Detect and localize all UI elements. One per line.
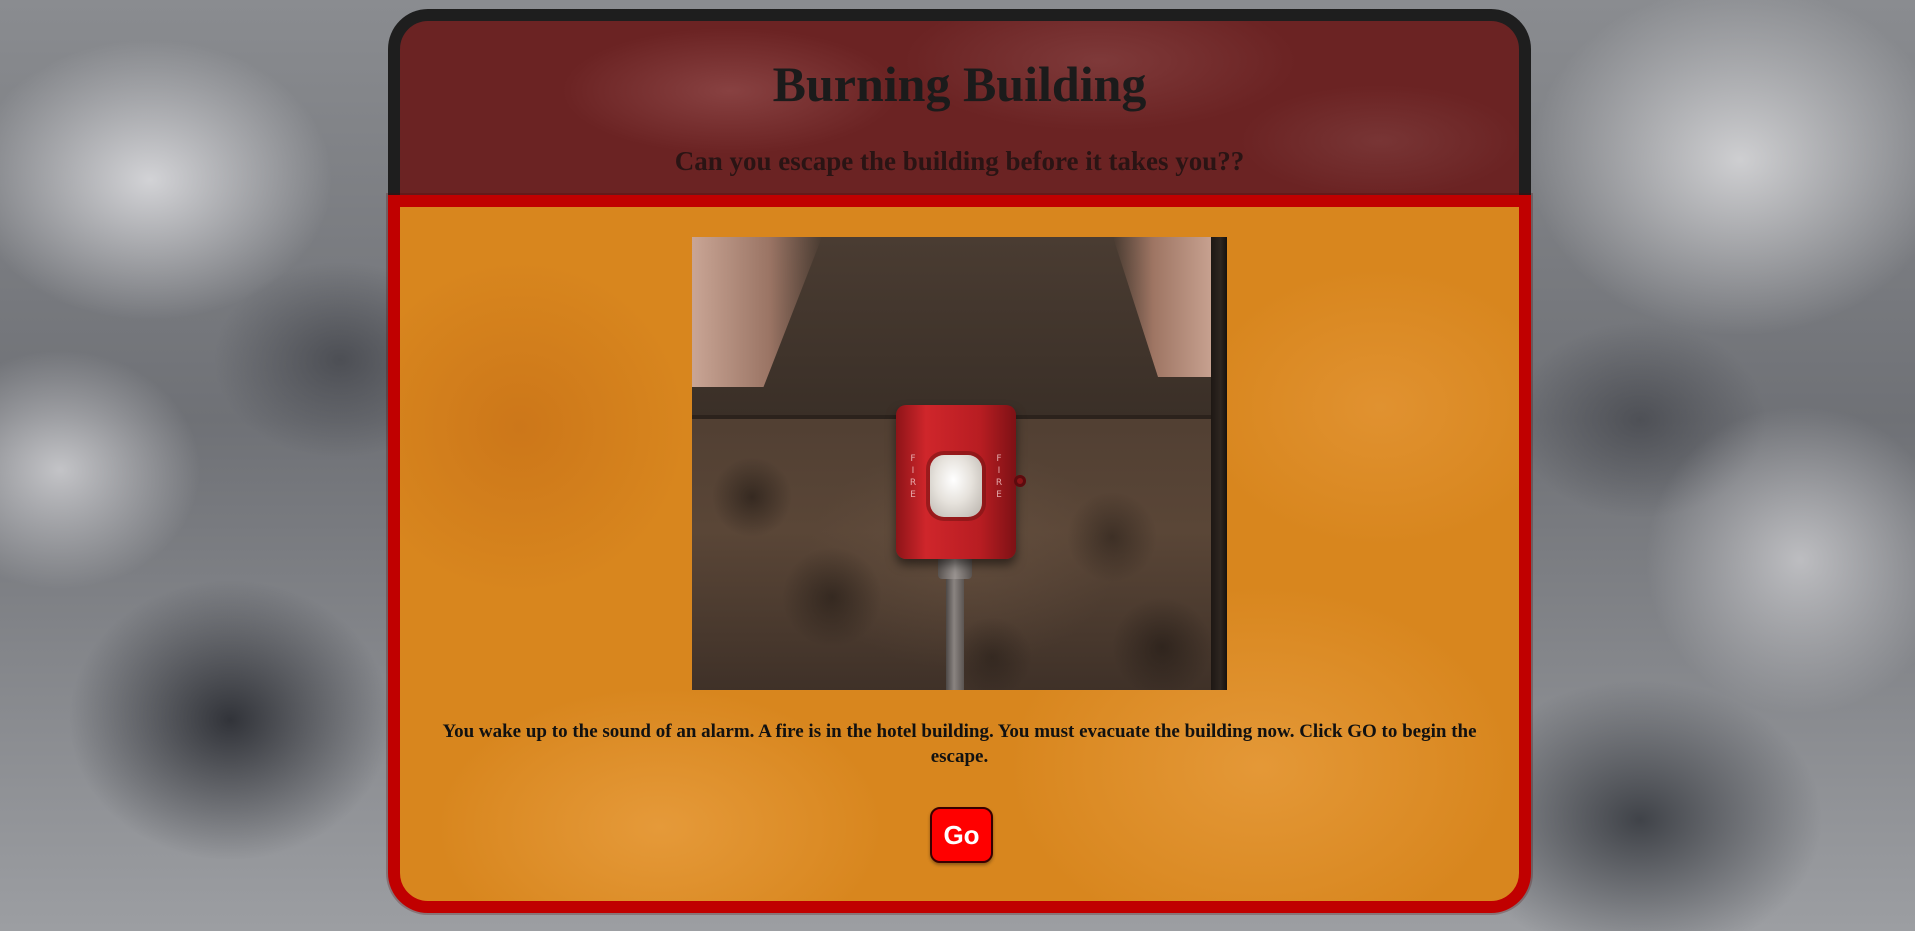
alarm-knob <box>1014 475 1026 487</box>
fire-alarm-icon: FIRE FIRE <box>896 405 1026 559</box>
alarm-label-right: FIRE <box>995 454 1003 500</box>
page-title: Burning Building <box>772 56 1147 112</box>
story-panel: FIRE FIRE You wake up to the sound of an… <box>388 195 1531 913</box>
scene-pillar <box>1211 237 1227 690</box>
page-subtitle: Can you escape the building before it ta… <box>674 146 1245 176</box>
alarm-label-left: FIRE <box>909 454 917 500</box>
go-button[interactable]: Go <box>930 807 993 863</box>
scene-image: FIRE FIRE <box>692 237 1227 690</box>
header-panel: Burning Building Can you escape the buil… <box>388 9 1531 204</box>
game-card: Burning Building Can you escape the buil… <box>388 9 1531 913</box>
alarm-strobe-lens <box>930 455 982 517</box>
story-text: You wake up to the sound of an alarm. A … <box>442 721 1477 767</box>
